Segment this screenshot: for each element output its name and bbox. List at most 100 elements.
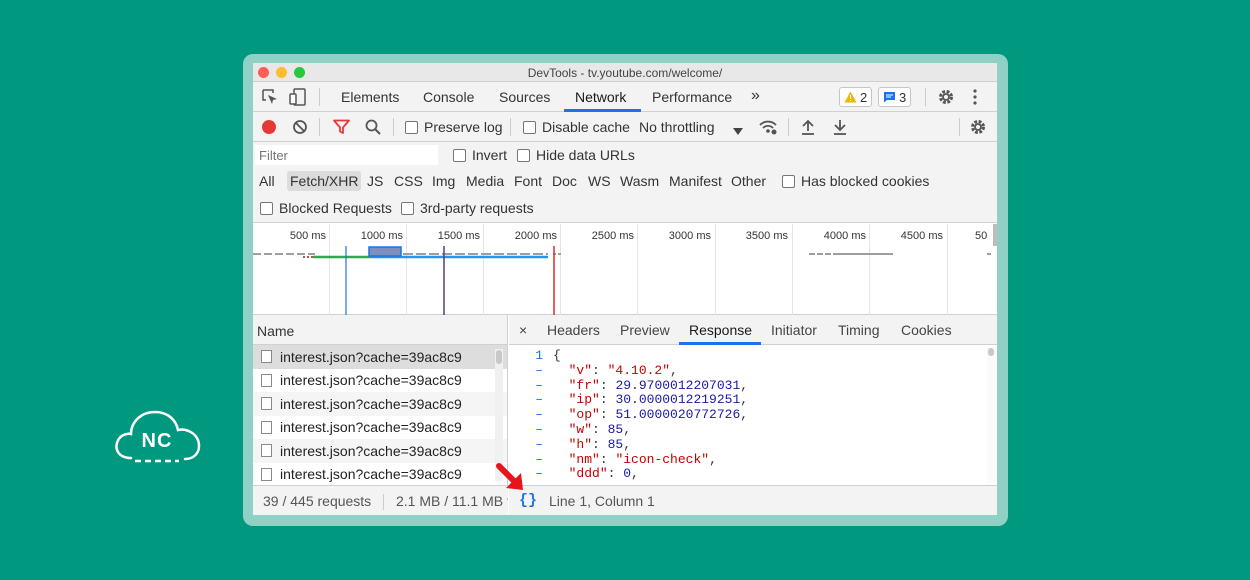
annotation-arrow-icon — [496, 463, 523, 490]
code-line: – "v": "4.10.2", — [509, 362, 985, 379]
type-filter-manifest[interactable]: Manifest — [666, 171, 725, 191]
has-blocked-cookies-toggle[interactable]: Has blocked cookies — [782, 173, 929, 189]
settings-gear-icon[interactable] — [937, 88, 955, 109]
tab-response[interactable]: Response — [689, 322, 752, 338]
logo-text: NC — [141, 430, 173, 452]
close-details-button[interactable]: × — [519, 322, 527, 338]
json-key: "v" — [568, 362, 593, 378]
title-bar: DevTools - tv.youtube.com/welcome/ — [253, 63, 997, 82]
export-har-icon[interactable] — [833, 119, 847, 138]
name-column-header[interactable]: Name — [253, 315, 507, 345]
line-number: 1 — [535, 348, 543, 363]
filter-icon[interactable] — [333, 119, 350, 138]
nc-logo: NC — [113, 406, 205, 466]
tab-performance[interactable]: Performance — [652, 89, 732, 105]
timeline-overview[interactable]: 500 ms 1000 ms 1500 ms 2000 ms 2500 ms 3… — [253, 224, 997, 315]
tab-headers[interactable]: Headers — [547, 322, 600, 338]
code-line: 1{ — [509, 348, 985, 364]
invert-toggle[interactable]: Invert — [453, 147, 507, 163]
record-icon[interactable] — [261, 119, 277, 138]
third-party-requests-checkbox[interactable] — [401, 201, 414, 215]
device-toolbar-icon[interactable] — [289, 88, 307, 109]
network-conditions-icon[interactable] — [758, 118, 778, 139]
json-key: "ddd" — [568, 466, 608, 482]
code-line: – "ip": 30.0000012219251, — [509, 393, 985, 408]
blocked-requests-checkbox[interactable] — [260, 201, 273, 215]
tab-preview[interactable]: Preview — [620, 322, 670, 338]
preserve-log-checkbox[interactable] — [405, 120, 418, 134]
json-value: 51.0000020772726 — [615, 407, 741, 423]
blocked-requests-toggle[interactable]: Blocked Requests — [260, 200, 392, 216]
third-party-requests-label: 3rd-party requests — [420, 200, 534, 216]
chevron-down-icon[interactable] — [733, 123, 743, 139]
scrollbar-thumb[interactable] — [496, 350, 502, 364]
throttling-select[interactable]: No throttling — [639, 119, 714, 135]
table-row[interactable]: interest.json?cache=39ac8c9 — [253, 369, 507, 393]
file-icon — [261, 420, 272, 434]
disable-cache-checkbox[interactable] — [523, 120, 536, 134]
file-icon — [261, 467, 272, 481]
type-filter-img[interactable]: Img — [429, 171, 458, 191]
type-filter-all[interactable]: All — [256, 171, 278, 191]
type-filter-other[interactable]: Other — [728, 171, 769, 191]
invert-checkbox[interactable] — [453, 148, 466, 162]
inspect-element-icon[interactable] — [261, 88, 279, 109]
json-value: 85 — [607, 421, 624, 437]
table-row[interactable]: interest.json?cache=39ac8c9 — [253, 439, 507, 463]
warnings-badge[interactable]: 2 — [839, 87, 873, 107]
table-row[interactable]: interest.json?cache=39ac8c9 — [253, 416, 507, 440]
scrollbar-thumb[interactable] — [988, 348, 994, 356]
table-row[interactable]: interest.json?cache=39ac8c9 — [253, 392, 507, 416]
hide-data-urls-label: Hide data URLs — [536, 147, 635, 163]
type-filter-media[interactable]: Media — [463, 171, 507, 191]
messages-count: 3 — [899, 89, 907, 105]
line-number: – — [535, 392, 543, 408]
hide-data-urls-toggle[interactable]: Hide data URLs — [517, 147, 635, 163]
search-icon[interactable] — [365, 119, 381, 138]
json-value: 29.9700012207031 — [615, 377, 741, 393]
more-tabs-button[interactable]: » — [751, 87, 760, 105]
code-line: – "w": 85, — [509, 421, 985, 438]
code-line: – "op": 51.0000020772726, — [509, 407, 985, 423]
line-number: – — [535, 377, 543, 393]
tab-network[interactable]: Network — [575, 89, 626, 105]
more-options-icon[interactable] — [971, 88, 979, 109]
panel-tab-bar: Elements Console Sources Network Perform… — [253, 82, 997, 112]
file-icon — [261, 397, 272, 411]
code-text: { — [553, 348, 561, 363]
table-row[interactable]: interest.json?cache=39ac8c9 — [253, 345, 507, 369]
type-filter-doc[interactable]: Doc — [549, 171, 580, 191]
response-viewer[interactable]: 1{– "v": "4.10.2", – "fr": 29.97000122070… — [509, 345, 985, 485]
import-har-icon[interactable] — [801, 119, 815, 138]
type-filter-font[interactable]: Font — [511, 171, 545, 191]
line-number: – — [535, 362, 543, 378]
table-row[interactable]: interest.json?cache=39ac8c9 — [253, 463, 507, 487]
disable-cache-toggle[interactable]: Disable cache — [523, 119, 630, 135]
tab-console[interactable]: Console — [423, 89, 474, 105]
tab-initiator[interactable]: Initiator — [771, 322, 817, 338]
json-value: "icon-check" — [615, 451, 710, 467]
devtools-window: DevTools - tv.youtube.com/welcome/ Eleme… — [253, 63, 997, 515]
filter-bar: Invert Hide data URLs All Fetch/XHR JS C… — [253, 142, 997, 223]
hide-data-urls-checkbox[interactable] — [517, 148, 530, 162]
network-settings-gear-icon[interactable] — [969, 118, 987, 139]
tab-cookies[interactable]: Cookies — [901, 322, 952, 338]
waterfall-overview — [253, 224, 997, 315]
preserve-log-toggle[interactable]: Preserve log — [405, 119, 503, 135]
third-party-requests-toggle[interactable]: 3rd-party requests — [401, 200, 534, 216]
filter-input[interactable] — [255, 145, 438, 165]
tab-sources[interactable]: Sources — [499, 89, 550, 105]
type-filter-js[interactable]: JS — [364, 171, 386, 191]
type-filter-css[interactable]: CSS — [391, 171, 426, 191]
json-key: "nm" — [568, 451, 600, 467]
type-filter-fetch-xhr[interactable]: Fetch/XHR — [287, 171, 362, 191]
invert-label: Invert — [472, 147, 508, 163]
tab-timing[interactable]: Timing — [838, 322, 880, 338]
tab-elements[interactable]: Elements — [341, 89, 399, 105]
messages-badge[interactable]: 3 — [878, 87, 912, 107]
type-filter-ws[interactable]: WS — [585, 171, 614, 191]
clear-icon[interactable] — [292, 119, 308, 138]
type-filter-wasm[interactable]: Wasm — [617, 171, 662, 191]
response-scrollbar[interactable] — [987, 347, 995, 483]
has-blocked-cookies-checkbox[interactable] — [782, 174, 795, 188]
